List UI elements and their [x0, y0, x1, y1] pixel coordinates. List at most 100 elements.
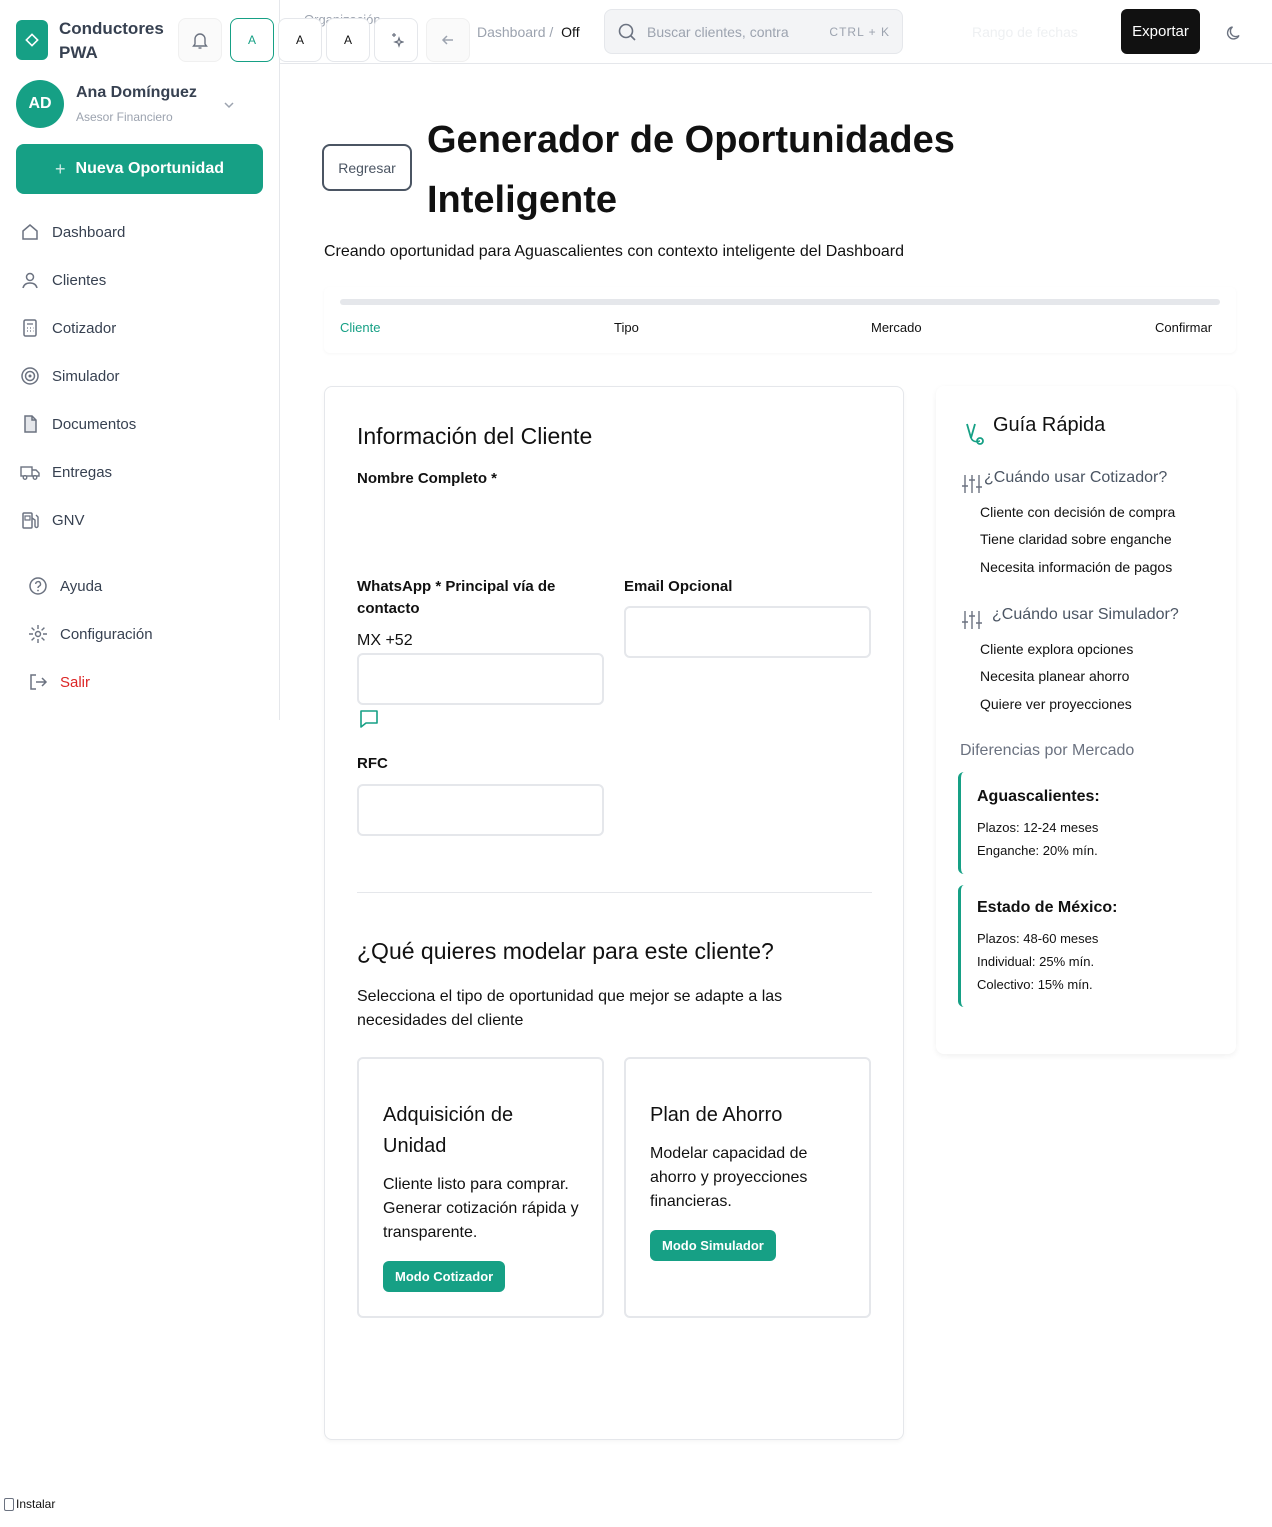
- guide-cotizador-item: Necesita información de pagos: [980, 559, 1173, 575]
- home-icon: [22, 224, 38, 240]
- guide-simulador-item: Necesita planear ahorro: [980, 668, 1130, 684]
- search-icon: [618, 23, 636, 41]
- sidebar-item-clientes[interactable]: Clientes: [20, 268, 106, 292]
- app-name: Conductores PWA: [59, 19, 164, 62]
- sidebar-item-label: Simulador: [52, 367, 120, 385]
- fuel-icon: [22, 512, 39, 529]
- market-name: Estado de México:: [977, 899, 1118, 916]
- font-size-button-2[interactable]: A: [278, 18, 322, 62]
- install-prompt[interactable]: Instalar: [4, 1497, 55, 1511]
- arrow-left-icon: [441, 35, 453, 45]
- back-button[interactable]: [426, 18, 470, 62]
- install-label: Instalar: [16, 1497, 56, 1511]
- sidebar: Conductores PWA AD Ana Domínguez Asesor …: [0, 0, 280, 720]
- markets-title: Diferencias por Mercado: [960, 742, 1135, 759]
- step-mercado[interactable]: Mercado: [871, 320, 922, 335]
- stethoscope-icon: [966, 423, 984, 445]
- font-size-button-1[interactable]: A: [230, 18, 274, 62]
- option-card-simulador[interactable]: Plan de Ahorro Modelar capacidad de ahor…: [624, 1057, 871, 1318]
- sidebar-item-salir[interactable]: Salir: [28, 670, 90, 694]
- chat-icon[interactable]: [358, 708, 380, 730]
- market-name: Aguascalientes:: [977, 788, 1100, 805]
- user-role: Asesor Financiero: [76, 110, 173, 124]
- sidebar-item-gnv[interactable]: GNV: [20, 508, 85, 532]
- search-input[interactable]: Buscar clientes, contra: [647, 24, 829, 40]
- guide-cotizador-heading: ¿Cuándo usar Cotizador?: [984, 469, 1168, 486]
- option-title: Plan de Ahorro: [650, 1104, 783, 1126]
- step-cliente[interactable]: Cliente: [340, 320, 380, 335]
- guide-title: Guía Rápida: [993, 414, 1106, 436]
- target-icon: [21, 367, 39, 385]
- name-label: Nombre Completo *: [357, 470, 498, 487]
- search-bar[interactable]: Buscar clientes, contra CTRL + K: [604, 9, 903, 54]
- simulador-mode-button[interactable]: Modo Simulador: [650, 1230, 776, 1261]
- sidebar-item-cotizador[interactable]: Cotizador: [20, 316, 116, 340]
- help-icon: [29, 577, 47, 595]
- sidebar-item-simulador[interactable]: Simulador: [20, 364, 120, 388]
- market-line: Plazos: 48-60 meses: [977, 931, 1099, 946]
- step-confirmar[interactable]: Confirmar: [1155, 320, 1212, 335]
- rfc-label: RFC: [357, 755, 388, 772]
- market-card-aguascalientes: Aguascalientes: Plazos: 12-24 meses Enga…: [958, 772, 1218, 874]
- font-size-button-3[interactable]: A: [326, 18, 370, 62]
- search-shortcut: CTRL + K: [829, 24, 890, 39]
- calculator-icon: [23, 319, 37, 337]
- new-opportunity-label: Nueva Oportunidad: [75, 160, 224, 177]
- sidebar-item-configuracion[interactable]: Configuración: [28, 622, 153, 646]
- notifications-button[interactable]: [178, 18, 222, 62]
- section-divider: [357, 892, 872, 893]
- progress-track: [340, 299, 1220, 305]
- market-line: Individual: 25% mín.: [977, 954, 1095, 969]
- page-subtitle: Creando oportunidad para Aguascalientes …: [324, 243, 904, 260]
- sidebar-item-label: Configuración: [60, 625, 153, 643]
- new-opportunity-button[interactable]: + Nueva Oportunidad: [16, 144, 263, 194]
- guide-simulador-item: Quiere ver proyecciones: [980, 696, 1132, 712]
- whatsapp-label: WhatsApp * Principal vía de contacto: [357, 578, 556, 617]
- avatar[interactable]: AD: [16, 80, 64, 128]
- sidebar-item-label: Clientes: [52, 271, 107, 289]
- cotizador-mode-button[interactable]: Modo Cotizador: [383, 1261, 506, 1292]
- progress-stepper: Cliente Tipo Mercado Confirmar: [324, 287, 1236, 353]
- sidebar-item-entregas[interactable]: Entregas: [20, 460, 112, 484]
- market-line: Plazos: 12-24 meses: [977, 820, 1099, 835]
- install-checkbox[interactable]: [4, 1497, 14, 1511]
- date-range-picker[interactable]: Rango de fechas: [972, 24, 1078, 40]
- bell-icon: [192, 33, 208, 49]
- email-field[interactable]: [624, 606, 871, 658]
- whatsapp-field[interactable]: [357, 653, 604, 705]
- breadcrumb-separator: /: [549, 24, 554, 40]
- moon-icon[interactable]: [1225, 24, 1243, 42]
- user-name: Ana Domínguez: [76, 84, 197, 101]
- option-description: Modelar capacidad de ahorro y proyeccion…: [650, 1145, 808, 1210]
- document-icon: [24, 415, 37, 433]
- breadcrumb-root[interactable]: Dashboard: [477, 24, 546, 40]
- breadcrumb-current: Off: [561, 24, 580, 40]
- logout-icon: [30, 674, 48, 690]
- sidebar-item-ayuda[interactable]: Ayuda: [28, 574, 102, 598]
- brand-logo[interactable]: [16, 20, 48, 60]
- guide-cotizador-item: Tiene claridad sobre enganche: [980, 531, 1172, 547]
- sidebar-item-label: Documentos: [52, 415, 137, 433]
- guide-cotizador-item: Cliente con decisión de compra: [980, 504, 1176, 520]
- truck-icon: [20, 466, 40, 480]
- phone-prefix: MX +52: [357, 632, 413, 649]
- rfc-field[interactable]: [357, 784, 604, 836]
- sidebar-item-label: Salir: [60, 673, 91, 691]
- option-card-cotizador[interactable]: Adquisición de Unidad Cliente listo para…: [357, 1057, 604, 1318]
- option-description: Cliente listo para comprar. Generar coti…: [383, 1176, 579, 1241]
- sidebar-item-dashboard[interactable]: Dashboard: [20, 220, 125, 244]
- sliders-icon: [962, 611, 982, 629]
- sidebar-item-documentos[interactable]: Documentos: [20, 412, 136, 436]
- sidebar-item-label: Ayuda: [60, 577, 103, 595]
- sparkle-button[interactable]: [374, 18, 418, 62]
- back-link-button[interactable]: Regresar: [322, 144, 412, 191]
- plus-icon: +: [55, 158, 66, 179]
- step-tipo[interactable]: Tipo: [614, 320, 639, 335]
- market-card-estado-de-mexico: Estado de México: Plazos: 48-60 meses In…: [958, 885, 1218, 1007]
- sidebar-item-label: Entregas: [52, 463, 113, 481]
- sparkle-icon: [392, 33, 404, 48]
- export-button[interactable]: Exportar: [1121, 9, 1200, 54]
- breadcrumb: Dashboard / Off: [477, 24, 580, 40]
- model-description: Selecciona el tipo de oportunidad que me…: [357, 988, 783, 1029]
- chevron-down-icon[interactable]: [222, 98, 236, 112]
